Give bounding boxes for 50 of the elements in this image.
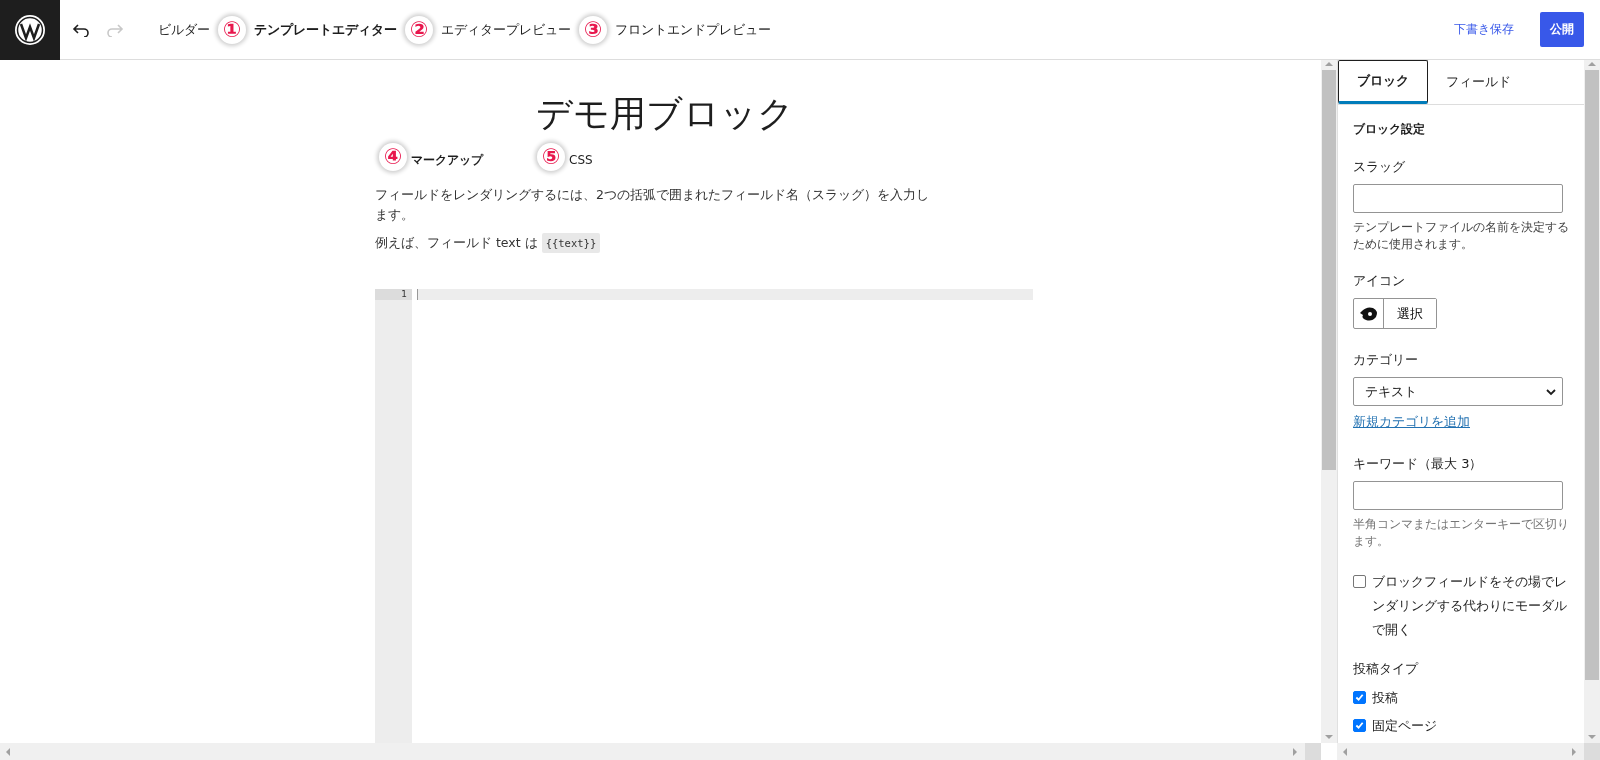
field-label: アイコン <box>1353 272 1406 291</box>
annotation-number: ① <box>218 15 246 44</box>
field-help: テンプレートファイルの名前を決定するために使用されます。 <box>1353 219 1569 253</box>
blob-icon <box>1358 305 1379 322</box>
scrollbar[interactable] <box>1584 60 1600 743</box>
horizontal-scrollbar[interactable] <box>0 743 1305 760</box>
slug-input[interactable] <box>1353 184 1563 213</box>
nav-tab[interactable]: ビルダー <box>156 20 212 39</box>
annotation-number: ③ <box>579 15 607 44</box>
field-label: 投稿タイプ <box>1353 659 1420 678</box>
publish-button[interactable]: 公開 <box>1540 12 1584 47</box>
checkbox[interactable] <box>1353 574 1366 588</box>
nav-tab[interactable]: テンプレートエディター <box>252 20 399 39</box>
nav-tab[interactable]: フロントエンドプレビュー <box>613 20 773 39</box>
line-number: 1 <box>375 289 412 300</box>
field-label: カテゴリー <box>1353 351 1419 370</box>
field-label: スラッグ <box>1353 158 1406 176</box>
horizontal-scrollbar[interactable] <box>1337 743 1584 760</box>
scrollbar-corner <box>1584 743 1600 760</box>
example-text: 例えば、フィールド text は <box>375 234 538 252</box>
editor-tab[interactable]: CSS <box>569 153 593 167</box>
sidebar-tab[interactable]: フィールド <box>1428 60 1529 104</box>
scrollbar-corner <box>1305 743 1321 760</box>
field-label: キーワード（最大 3） <box>1353 455 1484 474</box>
annotation-number: ⑤ <box>537 143 565 171</box>
category-dropdown[interactable]: テキスト <box>1353 377 1563 407</box>
block-title: デモ用ブロック <box>535 92 795 136</box>
chevron-down-icon <box>1546 387 1556 396</box>
keywords-input[interactable] <box>1353 481 1563 511</box>
sidebar-tab[interactable]: ブロック <box>1338 60 1428 104</box>
undo-icon <box>72 22 90 37</box>
nav-tab[interactable]: エディタープレビュー <box>439 20 573 39</box>
annotation-number: ④ <box>379 143 407 171</box>
wordpress-logo[interactable] <box>0 0 60 60</box>
field-help: 半角コンマまたはエンターキーで区切ります。 <box>1353 516 1569 550</box>
add-category-link[interactable]: 新規カテゴリを追加 <box>1353 414 1569 432</box>
checkbox[interactable] <box>1353 718 1366 732</box>
section-heading: ブロック設定 <box>1353 121 1426 138</box>
annotation-number: ② <box>405 15 433 44</box>
save-draft-button[interactable]: 下書き保存 <box>1442 15 1526 44</box>
checkbox-label: ブロックフィールドをその場でレンダリングする代わりにモーダルで開く <box>1372 572 1568 639</box>
checkbox-label: 投稿 <box>1372 688 1398 707</box>
wordpress-logo-icon <box>14 13 46 46</box>
checkbox-label: 固定ページ <box>1372 716 1437 735</box>
code-snippet: {{text}} <box>541 233 601 253</box>
checkbox[interactable] <box>1353 690 1366 704</box>
editor-tab[interactable]: マークアップ <box>411 151 483 169</box>
help-text: フィールドをレンダリングするには、2つの括弧で囲まれたフィールド名（スラッグ）を入力します。 <box>375 186 930 224</box>
scrollbar[interactable] <box>1321 60 1337 743</box>
redo-icon <box>106 22 124 37</box>
